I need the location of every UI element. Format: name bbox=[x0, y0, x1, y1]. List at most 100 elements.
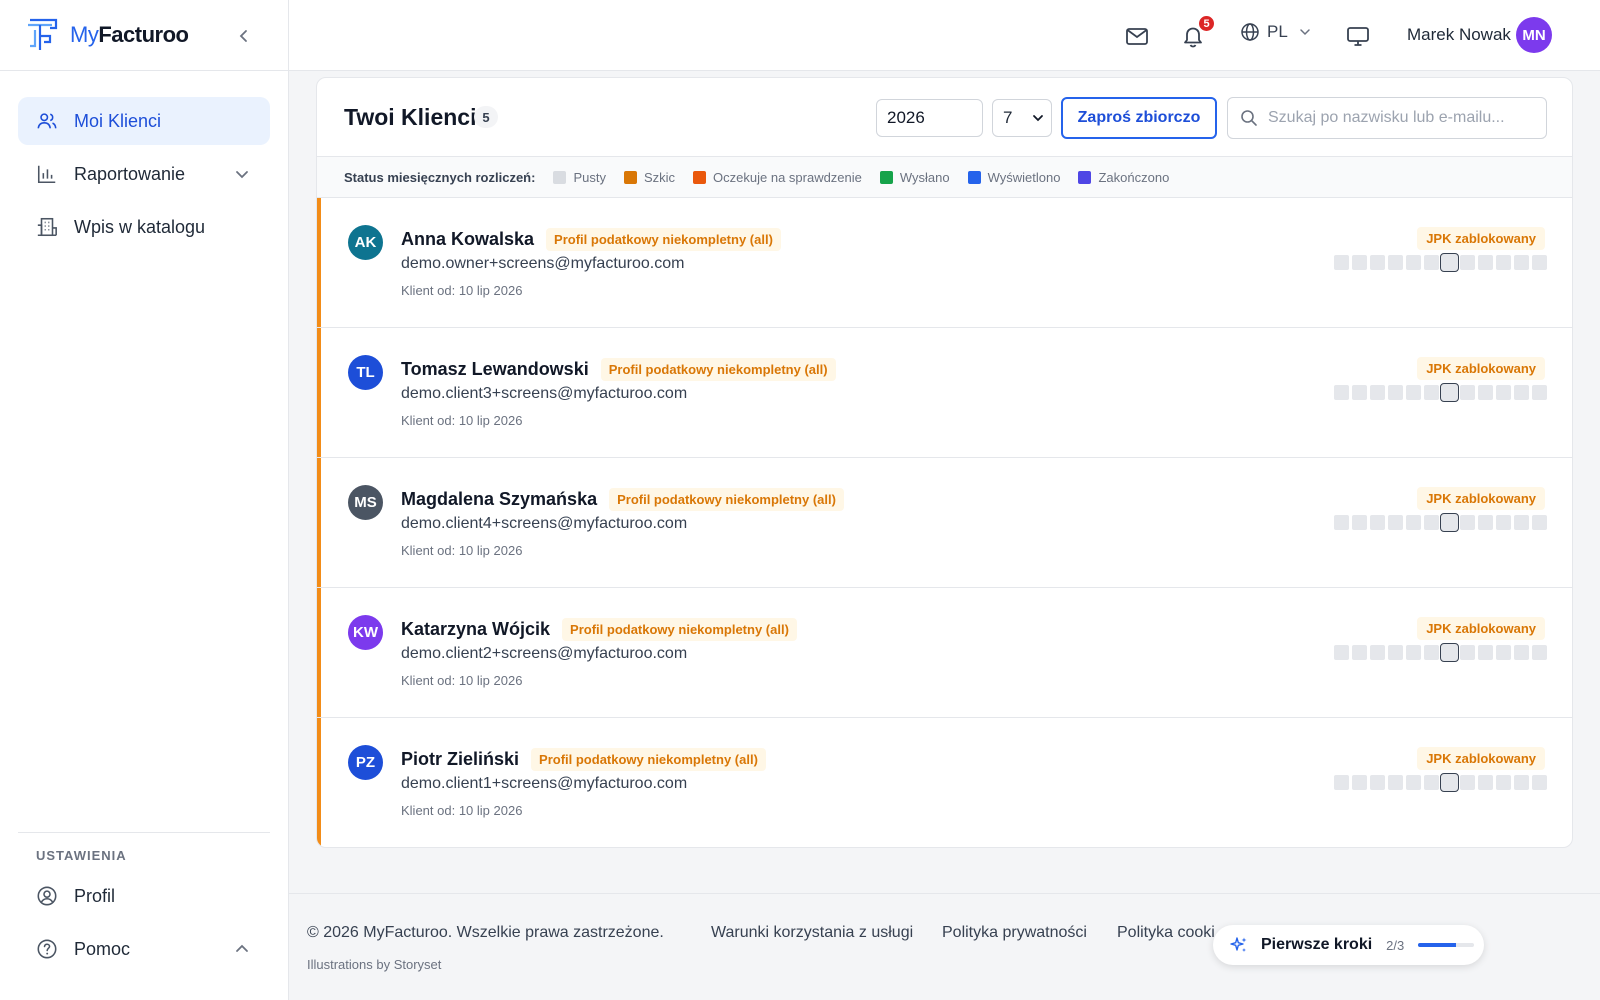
sidebar-item-pomoc[interactable]: Pomoc bbox=[18, 925, 270, 973]
month-status-cell[interactable] bbox=[1460, 515, 1475, 530]
month-select[interactable]: 7 bbox=[992, 99, 1052, 137]
month-status-cell[interactable] bbox=[1478, 775, 1493, 790]
mail-icon[interactable] bbox=[1124, 23, 1150, 49]
invite-bulk-button[interactable]: Zaproś zbiorczo bbox=[1061, 97, 1217, 139]
month-status-cell[interactable] bbox=[1424, 515, 1439, 530]
legend-swatch bbox=[693, 170, 707, 184]
language-selector[interactable]: PL bbox=[1240, 22, 1312, 42]
month-status-cell[interactable] bbox=[1496, 385, 1511, 400]
month-status-cell[interactable] bbox=[1478, 385, 1493, 400]
month-status-cell[interactable] bbox=[1460, 645, 1475, 660]
legend-item-label: Zakończono bbox=[1098, 169, 1170, 185]
divider bbox=[18, 832, 270, 833]
month-status-cell[interactable] bbox=[1388, 645, 1403, 660]
month-status-cell[interactable] bbox=[1370, 385, 1385, 400]
client-name[interactable]: Piotr Zieliński bbox=[401, 749, 519, 770]
month-status-cell[interactable] bbox=[1352, 515, 1367, 530]
month-status-cell[interactable] bbox=[1460, 385, 1475, 400]
cookie-policy-link[interactable]: Polityka cooki bbox=[1117, 924, 1215, 942]
month-status-cell[interactable] bbox=[1352, 255, 1367, 270]
client-since: Klient od: 10 lip 2026 bbox=[401, 803, 523, 818]
month-status-cell[interactable] bbox=[1440, 773, 1459, 792]
list-item[interactable]: MS Magdalena Szymańska Profil podatkowy … bbox=[317, 458, 1572, 588]
month-status-cell[interactable] bbox=[1514, 775, 1529, 790]
client-name[interactable]: Anna Kowalska bbox=[401, 229, 534, 250]
globe-icon bbox=[1241, 23, 1259, 41]
month-status-cell[interactable] bbox=[1514, 255, 1529, 270]
month-status-cell[interactable] bbox=[1370, 775, 1385, 790]
client-name[interactable]: Katarzyna Wójcik bbox=[401, 619, 550, 640]
month-status-cell[interactable] bbox=[1496, 775, 1511, 790]
month-status-cell[interactable] bbox=[1440, 513, 1459, 532]
month-status-cell[interactable] bbox=[1440, 383, 1459, 402]
month-status-cell[interactable] bbox=[1406, 645, 1421, 660]
month-status-cell[interactable] bbox=[1532, 515, 1547, 530]
month-status-cell[interactable] bbox=[1406, 775, 1421, 790]
logo[interactable]: MyFacturoo bbox=[0, 0, 288, 71]
month-status-cell[interactable] bbox=[1370, 515, 1385, 530]
month-status-cell[interactable] bbox=[1334, 385, 1349, 400]
avatar: KW bbox=[348, 615, 383, 650]
month-status-cell[interactable] bbox=[1352, 775, 1367, 790]
sidebar: MyFacturoo Moi Klienci Raportowanie Wpis… bbox=[0, 0, 289, 1000]
month-status-cell[interactable] bbox=[1334, 515, 1349, 530]
month-status-cell[interactable] bbox=[1440, 643, 1459, 662]
month-status-cell[interactable] bbox=[1532, 775, 1547, 790]
sidebar-item-profil[interactable]: Profil bbox=[18, 872, 270, 920]
logo-icon bbox=[28, 18, 58, 50]
month-status-cell[interactable] bbox=[1532, 255, 1547, 270]
month-status-cell[interactable] bbox=[1388, 775, 1403, 790]
month-status-cell[interactable] bbox=[1352, 645, 1367, 660]
month-status-cell[interactable] bbox=[1478, 515, 1493, 530]
month-status-cell[interactable] bbox=[1496, 255, 1511, 270]
month-status-cell[interactable] bbox=[1424, 645, 1439, 660]
month-status-cell[interactable] bbox=[1532, 645, 1547, 660]
month-status-cell[interactable] bbox=[1440, 253, 1459, 272]
month-status-cell[interactable] bbox=[1388, 255, 1403, 270]
month-status-cell[interactable] bbox=[1406, 515, 1421, 530]
first-steps-widget[interactable]: Pierwsze kroki 2/3 bbox=[1213, 925, 1484, 965]
client-name[interactable]: Tomasz Lewandowski bbox=[401, 359, 589, 380]
month-status-cell[interactable] bbox=[1424, 385, 1439, 400]
year-input[interactable] bbox=[876, 99, 983, 137]
month-status-cell[interactable] bbox=[1478, 645, 1493, 660]
month-status-cell[interactable] bbox=[1460, 775, 1475, 790]
month-status-cell[interactable] bbox=[1514, 515, 1529, 530]
month-status-cell[interactable] bbox=[1406, 255, 1421, 270]
month-status-cell[interactable] bbox=[1388, 385, 1403, 400]
client-name[interactable]: Magdalena Szymańska bbox=[401, 489, 597, 510]
search-box[interactable] bbox=[1227, 97, 1547, 139]
month-status-cell[interactable] bbox=[1370, 645, 1385, 660]
month-status-cell[interactable] bbox=[1496, 515, 1511, 530]
month-status-cell[interactable] bbox=[1334, 775, 1349, 790]
month-status-cell[interactable] bbox=[1352, 385, 1367, 400]
month-status-cell[interactable] bbox=[1424, 775, 1439, 790]
month-status-cell[interactable] bbox=[1478, 255, 1493, 270]
list-item[interactable]: AK Anna Kowalska Profil podatkowy niekom… bbox=[317, 198, 1572, 328]
list-item[interactable]: PZ Piotr Zieliński Profil podatkowy niek… bbox=[317, 718, 1572, 847]
month-status-cell[interactable] bbox=[1460, 255, 1475, 270]
month-status-cell[interactable] bbox=[1514, 385, 1529, 400]
month-status-cell[interactable] bbox=[1424, 255, 1439, 270]
sidebar-item-raportowanie[interactable]: Raportowanie bbox=[18, 150, 270, 198]
sidebar-item-wpis-w-katalogu[interactable]: Wpis w katalogu bbox=[18, 203, 270, 251]
month-status-cell[interactable] bbox=[1532, 385, 1547, 400]
sidebar-item-moi-klienci[interactable]: Moi Klienci bbox=[18, 97, 270, 145]
search-input[interactable] bbox=[1268, 109, 1528, 127]
month-status-cell[interactable] bbox=[1496, 645, 1511, 660]
terms-link[interactable]: Warunki korzystania z usługi bbox=[711, 924, 913, 942]
monitor-icon[interactable] bbox=[1345, 23, 1371, 49]
client-since: Klient od: 10 lip 2026 bbox=[401, 543, 523, 558]
month-status-cell[interactable] bbox=[1370, 255, 1385, 270]
month-status-cell[interactable] bbox=[1388, 515, 1403, 530]
list-item[interactable]: KW Katarzyna Wójcik Profil podatkowy nie… bbox=[317, 588, 1572, 718]
list-item[interactable]: TL Tomasz Lewandowski Profil podatkowy n… bbox=[317, 328, 1572, 458]
month-status-cell[interactable] bbox=[1334, 645, 1349, 660]
privacy-policy-link[interactable]: Polityka prywatności bbox=[942, 924, 1087, 942]
user-name[interactable]: Marek Nowak bbox=[1407, 25, 1511, 45]
month-status-cell[interactable] bbox=[1406, 385, 1421, 400]
collapse-sidebar-button[interactable] bbox=[234, 26, 254, 46]
month-status-cell[interactable] bbox=[1334, 255, 1349, 270]
avatar[interactable]: MN bbox=[1516, 17, 1552, 53]
month-status-cell[interactable] bbox=[1514, 645, 1529, 660]
